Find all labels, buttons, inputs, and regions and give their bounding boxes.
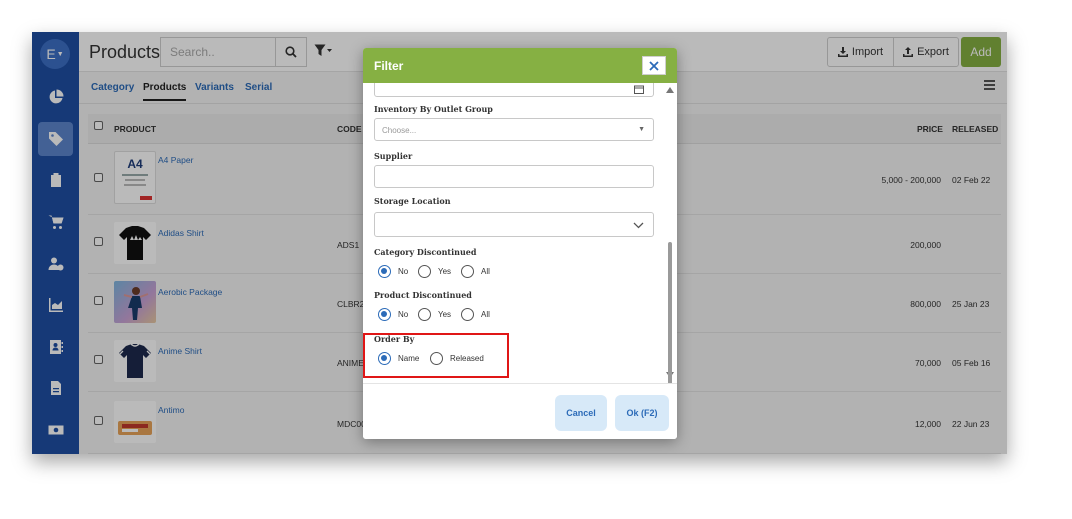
product-discontinued-yes-label: Yes bbox=[438, 310, 452, 319]
chevron-down-icon bbox=[633, 222, 644, 229]
storage-location-select[interactable] bbox=[374, 212, 654, 237]
supplier-label: Supplier bbox=[374, 151, 413, 161]
scroll-thumb[interactable] bbox=[668, 242, 672, 385]
product-discontinued-label: Product Discontinued bbox=[374, 290, 472, 300]
filter-dialog-title: Filter bbox=[374, 59, 404, 73]
cancel-button[interactable]: Cancel bbox=[555, 395, 607, 431]
close-button[interactable] bbox=[642, 56, 666, 75]
product-discontinued-all-radio[interactable] bbox=[461, 308, 474, 321]
category-discontinued-yes-label: Yes bbox=[438, 267, 452, 276]
storage-location-label: Storage Location bbox=[374, 196, 451, 206]
outlet-group-value: Choose... bbox=[382, 126, 417, 135]
product-discontinued-all-label: All bbox=[481, 310, 490, 319]
category-discontinued-yes-radio[interactable] bbox=[418, 265, 431, 278]
supplier-field[interactable] bbox=[374, 165, 654, 188]
product-discontinued-no-radio[interactable] bbox=[378, 308, 391, 321]
category-discontinued-no-label: No bbox=[398, 267, 409, 276]
order-by-highlight-box bbox=[363, 333, 509, 378]
product-discontinued-yes-radio[interactable] bbox=[418, 308, 431, 321]
filter-dialog-header: Filter bbox=[363, 48, 677, 83]
filter-dialog-footer: Cancel Ok (F2) bbox=[363, 383, 677, 439]
category-discontinued-no-radio[interactable] bbox=[378, 265, 391, 278]
outlet-group-select[interactable]: Choose... ▼ bbox=[374, 118, 654, 141]
category-discontinued-all-radio[interactable] bbox=[461, 265, 474, 278]
ok-button[interactable]: Ok (F2) bbox=[615, 395, 669, 431]
filter-dialog: Filter Inventory By Outlet Group Choose.… bbox=[363, 48, 677, 439]
calendar-icon bbox=[634, 85, 644, 94]
product-discontinued-no-label: No bbox=[398, 310, 409, 319]
date-range-field[interactable] bbox=[374, 83, 654, 97]
category-discontinued-label: Category Discontinued bbox=[374, 247, 477, 257]
category-discontinued-all-label: All bbox=[481, 267, 490, 276]
close-icon bbox=[649, 60, 659, 71]
dropdown-caret-icon: ▼ bbox=[638, 126, 645, 133]
app-window: E ▼ Products Search.. Import Export Add … bbox=[32, 32, 1007, 454]
outlet-group-label: Inventory By Outlet Group bbox=[374, 104, 493, 114]
scroll-up-icon bbox=[666, 87, 674, 93]
